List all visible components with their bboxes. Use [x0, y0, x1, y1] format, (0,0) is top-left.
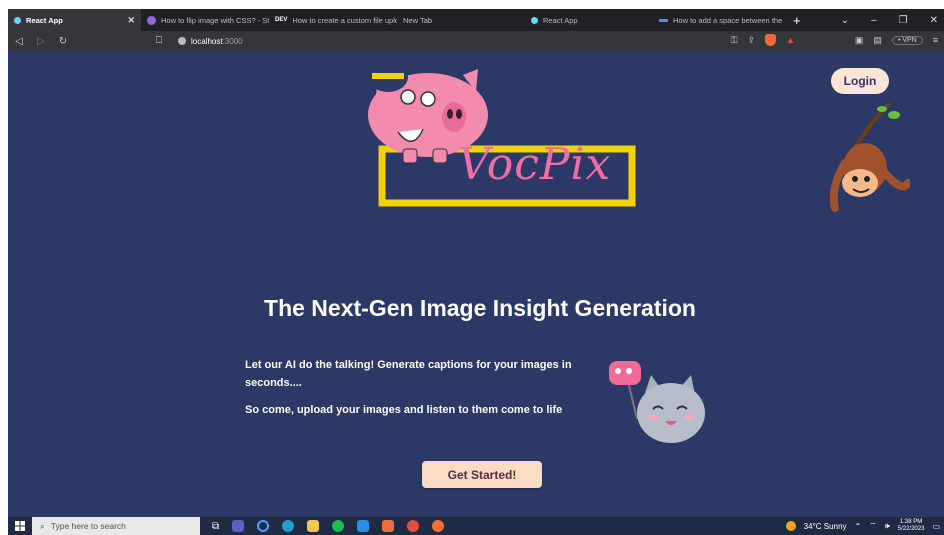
postman-icon[interactable] — [432, 520, 445, 532]
minimize-icon[interactable]: – — [871, 15, 877, 26]
hero-subdescription: So come, upload your images and listen t… — [245, 404, 563, 416]
site-favicon-icon — [659, 18, 668, 22]
clock-time: 1:38 PM — [899, 519, 923, 525]
tab-new-tab[interactable]: New Tab — [397, 9, 525, 31]
tab-custom-file-upload[interactable]: DEV How to create a custom file uplo — [269, 9, 397, 31]
search-icon: ⌕ — [40, 520, 45, 531]
bookmark-icon[interactable]: ⎕ — [156, 35, 162, 46]
windows-start-icon[interactable] — [8, 517, 32, 535]
share-icon[interactable]: ⇪ — [747, 35, 755, 46]
forward-icon[interactable]: ▷ — [30, 36, 52, 47]
clock[interactable]: 1:38 PM 5/22/2023 — [898, 519, 925, 533]
weather-sun-icon — [785, 521, 796, 531]
address-bar: ◁ ▷ ↻ ⎕ localhost:3000 ⚿ ⇪ ▲ ▣ ▤ • VPN ≡ — [8, 31, 944, 51]
volume-icon[interactable]: 🕪 — [885, 521, 890, 531]
login-button[interactable]: Login — [831, 68, 889, 94]
toolbar-right: ⚿ ⇪ ▲ ▣ ▤ • VPN ≡ — [731, 34, 938, 46]
system-tray: 34°C Sunny ⌃ ⌔ 🕪 1:38 PM 5/22/2023 ▭ — [785, 517, 940, 535]
vpn-button[interactable]: • VPN — [891, 35, 923, 45]
tray-chevron-icon[interactable]: ⌃ — [854, 522, 861, 531]
page-viewport: Login VocPix The Next-Gen Image Insight … — [8, 51, 944, 517]
brave-icon[interactable] — [382, 520, 395, 532]
close-tab-icon[interactable]: ✕ — [127, 15, 135, 26]
hero-description: Let our AI do the talking! Generate capt… — [245, 359, 572, 389]
monkey-illustration-icon — [829, 103, 910, 212]
chrome-icon[interactable] — [407, 520, 420, 532]
tab-title: How to flip image with CSS? - St — [161, 15, 269, 25]
menu-icon[interactable]: ≡ — [933, 35, 938, 45]
tab-react-app-2[interactable]: React App — [525, 9, 653, 31]
maximize-icon[interactable]: ❐ — [899, 15, 908, 26]
react-icon — [14, 16, 21, 24]
file-explorer-icon[interactable] — [307, 520, 320, 532]
search-placeholder: Type here to search — [50, 521, 126, 531]
spotify-icon[interactable] — [332, 520, 345, 532]
rewards-icon[interactable]: ▲ — [786, 35, 795, 45]
reload-icon[interactable]: ↻ — [52, 36, 74, 47]
weather-text[interactable]: 34°C Sunny — [804, 522, 847, 531]
logo-wordmark: VocPix — [458, 139, 612, 190]
taskbar-apps: ⧉ — [212, 520, 445, 532]
cat-illustration-icon — [609, 361, 705, 443]
sidebar-icon[interactable]: ▣ — [855, 35, 864, 46]
url-host: localhost — [191, 36, 223, 46]
url-port: :3000 — [222, 36, 243, 46]
network-icon[interactable]: ⌔ — [869, 521, 877, 531]
cortana-icon[interactable] — [257, 520, 270, 532]
tab-search-chevron-icon[interactable]: ⌄ — [841, 15, 849, 26]
taskbar-search-input[interactable]: ⌕ Type here to search — [32, 517, 200, 535]
key-icon[interactable]: ⚿ — [731, 35, 738, 46]
wallet-icon[interactable]: ▤ — [873, 35, 882, 46]
tab-title: How to create a custom file uplo — [292, 15, 397, 25]
site-favicon-icon — [147, 15, 156, 25]
notifications-icon[interactable]: ▭ — [932, 522, 940, 531]
tab-react-app[interactable]: React App ✕ — [8, 9, 141, 31]
tab-title: React App — [543, 15, 578, 25]
react-icon — [531, 16, 538, 24]
tab-flip-image[interactable]: How to flip image with CSS? - St — [141, 9, 269, 31]
window-controls: ⌄ – ❐ ✕ — [841, 9, 938, 31]
site-info-icon[interactable] — [178, 37, 186, 45]
vscode-icon[interactable] — [357, 520, 370, 532]
clock-date: 5/22/2023 — [897, 526, 925, 532]
tab-add-space[interactable]: How to add a space between the — [653, 9, 785, 31]
get-started-button[interactable]: Get Started! — [422, 461, 542, 488]
tab-title: New Tab — [403, 15, 433, 25]
edge-icon[interactable] — [282, 520, 295, 532]
tab-title: React App — [26, 15, 63, 25]
browser-tab-bar: React App ✕ How to flip image with CSS? … — [8, 9, 944, 31]
hero-title: The Next-Gen Image Insight Generation — [264, 295, 696, 321]
screen: React App ✕ How to flip image with CSS? … — [0, 0, 944, 535]
task-view-icon[interactable]: ⧉ — [212, 521, 219, 532]
brave-shield-icon[interactable] — [764, 34, 776, 46]
back-icon[interactable]: ◁ — [8, 36, 30, 47]
new-tab-button[interactable]: + — [785, 13, 809, 28]
dev-icon: DEV — [275, 17, 288, 23]
close-window-icon[interactable]: ✕ — [930, 15, 938, 26]
url-field[interactable]: localhost:3000 — [178, 34, 243, 48]
windows-taskbar: ⌕ Type here to search ⧉ 34°C Sunny ⌃ ⌔ 🕪… — [8, 517, 944, 535]
tab-title: How to add a space between the — [673, 15, 783, 25]
teams-icon[interactable] — [232, 520, 245, 532]
